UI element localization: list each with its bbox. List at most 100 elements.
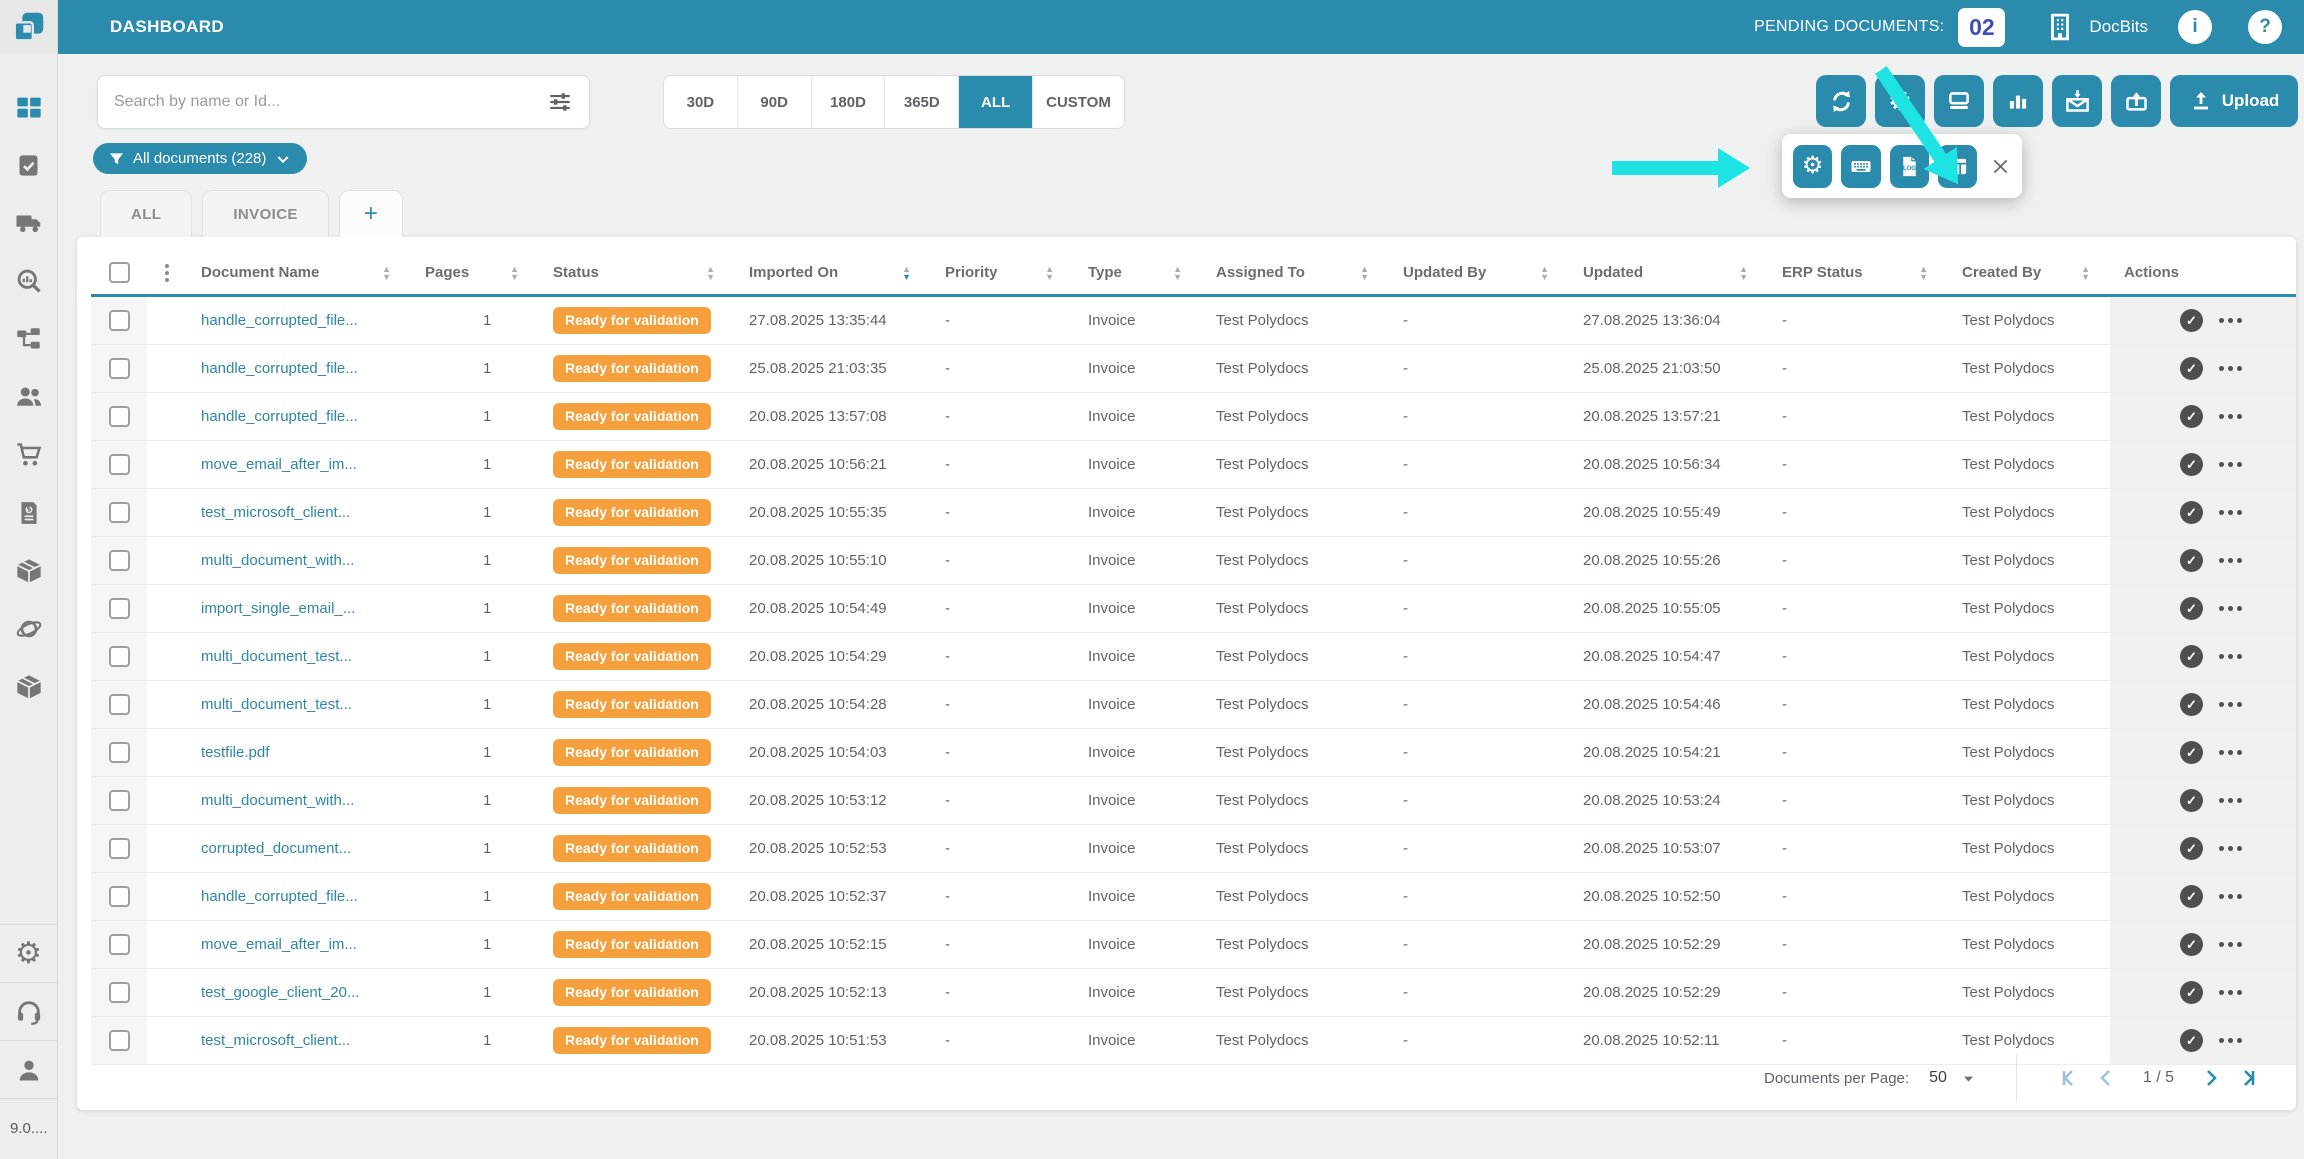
row-actions-menu-button[interactable]: [2219, 558, 2242, 563]
prev-page-button[interactable]: [2095, 1066, 2119, 1090]
tab-invoice[interactable]: INVOICE: [202, 190, 328, 237]
sort-arrows-icon[interactable]: ▲▼: [902, 265, 911, 281]
row-checkbox[interactable]: [109, 502, 130, 523]
sort-arrows-icon[interactable]: ▲▼: [1045, 265, 1054, 281]
sidebar-item-workflow[interactable]: [0, 310, 57, 368]
document-name-link[interactable]: test_google_client_20...: [201, 984, 359, 1001]
row-checkbox[interactable]: [109, 838, 130, 859]
verified-badge-icon[interactable]: ✓: [2180, 933, 2203, 956]
sidebar-item-packages[interactable]: [0, 542, 57, 600]
next-page-button[interactable]: [2198, 1066, 2222, 1090]
verified-badge-icon[interactable]: ✓: [2180, 789, 2203, 812]
tab-all[interactable]: ALL: [100, 190, 192, 237]
sidebar-item-insights[interactable]: [0, 252, 57, 310]
row-actions-menu-button[interactable]: [2219, 942, 2242, 947]
row-actions-menu-button[interactable]: [2219, 366, 2242, 371]
column-header-erp-status[interactable]: ERP Status▲▼: [1768, 251, 1948, 294]
filter-tune-icon[interactable]: [547, 89, 573, 115]
row-checkbox[interactable]: [109, 646, 130, 667]
row-checkbox[interactable]: [109, 1030, 130, 1051]
verified-badge-icon[interactable]: ✓: [2180, 501, 2203, 524]
sort-arrows-icon[interactable]: ▲▼: [510, 265, 519, 281]
column-header-created-by[interactable]: Created By▲▼: [1948, 251, 2110, 294]
document-name-link[interactable]: multi_document_with...: [201, 792, 354, 809]
verified-badge-icon[interactable]: ✓: [2180, 837, 2203, 860]
document-name-link[interactable]: multi_document_test...: [201, 696, 352, 713]
column-header-imported-on[interactable]: Imported On▲▼: [735, 251, 931, 294]
column-header-updated-by[interactable]: Updated By▲▼: [1389, 251, 1569, 294]
date-filter-all[interactable]: ALL: [959, 76, 1033, 128]
sidebar-item-settings[interactable]: ⚙: [0, 925, 57, 983]
sidebar-item-profile[interactable]: [0, 1041, 57, 1099]
sidebar-item-products[interactable]: [0, 658, 57, 716]
row-actions-menu-button[interactable]: [2219, 702, 2242, 707]
organization-building-icon[interactable]: [2045, 12, 2075, 42]
search-input[interactable]: [114, 93, 547, 111]
column-header-priority[interactable]: Priority▲▼: [931, 251, 1074, 294]
verified-badge-icon[interactable]: ✓: [2180, 597, 2203, 620]
row-actions-menu-button[interactable]: [2219, 990, 2242, 995]
sidebar-item-dashboard[interactable]: [0, 78, 57, 136]
verified-badge-icon[interactable]: ✓: [2180, 741, 2203, 764]
popup-columns-button[interactable]: [1938, 145, 1977, 188]
select-all-checkbox[interactable]: [109, 262, 130, 283]
sidebar-item-purchases[interactable]: [0, 426, 57, 484]
popup-keyboard-button[interactable]: [1841, 145, 1880, 188]
document-name-link[interactable]: move_email_after_im...: [201, 936, 357, 953]
add-tab-button[interactable]: +: [339, 190, 403, 237]
popup-log-button[interactable]: LOG: [1890, 145, 1929, 188]
document-name-link[interactable]: test_microsoft_client...: [201, 1032, 350, 1049]
verified-badge-icon[interactable]: ✓: [2180, 885, 2203, 908]
date-filter-365d[interactable]: 365D: [885, 76, 959, 128]
first-page-button[interactable]: [2057, 1066, 2081, 1090]
document-name-link[interactable]: multi_document_with...: [201, 552, 354, 569]
row-checkbox[interactable]: [109, 694, 130, 715]
document-name-link[interactable]: multi_document_test...: [201, 648, 352, 665]
sort-arrows-icon[interactable]: ▲▼: [382, 265, 391, 281]
sidebar-item-tasks[interactable]: [0, 136, 57, 194]
row-checkbox[interactable]: [109, 934, 130, 955]
row-actions-menu-button[interactable]: [2219, 606, 2242, 611]
column-header-pages[interactable]: Pages▲▼: [411, 251, 539, 294]
verified-badge-icon[interactable]: ✓: [2180, 309, 2203, 332]
sort-arrows-icon[interactable]: ▲▼: [1919, 265, 1928, 281]
date-filter-90d[interactable]: 90D: [738, 76, 812, 128]
row-checkbox[interactable]: [109, 886, 130, 907]
sort-arrows-icon[interactable]: ▲▼: [2081, 265, 2090, 281]
sidebar-item-support[interactable]: [0, 983, 57, 1041]
sidebar-item-invoices[interactable]: [0, 484, 57, 542]
sort-arrows-icon[interactable]: ▲▼: [1540, 265, 1549, 281]
column-header-document-name[interactable]: Document Name▲▼: [187, 251, 411, 294]
popup-settings-button[interactable]: ⚙: [1793, 145, 1832, 188]
export-box-button[interactable]: [2111, 75, 2161, 127]
verified-badge-icon[interactable]: ✓: [2180, 693, 2203, 716]
last-page-button[interactable]: [2236, 1066, 2260, 1090]
document-name-link[interactable]: handle_corrupted_file...: [201, 408, 358, 425]
document-name-link[interactable]: test_microsoft_client...: [201, 504, 350, 521]
document-name-link[interactable]: move_email_after_im...: [201, 456, 357, 473]
row-checkbox[interactable]: [109, 358, 130, 379]
refresh-button[interactable]: [1816, 75, 1866, 127]
analytics-button[interactable]: [1993, 75, 2043, 127]
document-name-link[interactable]: import_single_email_...: [201, 600, 355, 617]
sidebar-item-shipments[interactable]: [0, 194, 57, 252]
row-checkbox[interactable]: [109, 454, 130, 475]
row-checkbox[interactable]: [109, 982, 130, 1003]
column-header-type[interactable]: Type▲▼: [1074, 251, 1202, 294]
help-icon[interactable]: ?: [2248, 10, 2282, 44]
row-actions-menu-button[interactable]: [2219, 1038, 2242, 1043]
mail-export-button[interactable]: [2052, 75, 2102, 127]
row-actions-menu-button[interactable]: [2219, 798, 2242, 803]
settings-button[interactable]: ⚙: [1875, 75, 1925, 127]
kebab-menu-icon[interactable]: [165, 264, 169, 282]
per-page-caret-icon[interactable]: [1961, 1071, 1976, 1086]
close-icon[interactable]: [1990, 156, 2011, 177]
verified-badge-icon[interactable]: ✓: [2180, 405, 2203, 428]
verified-badge-icon[interactable]: ✓: [2180, 981, 2203, 1004]
row-checkbox[interactable]: [109, 406, 130, 427]
row-checkbox[interactable]: [109, 310, 130, 331]
row-actions-menu-button[interactable]: [2219, 750, 2242, 755]
document-name-link[interactable]: handle_corrupted_file...: [201, 312, 358, 329]
verified-badge-icon[interactable]: ✓: [2180, 357, 2203, 380]
upload-button[interactable]: Upload: [2170, 75, 2298, 127]
